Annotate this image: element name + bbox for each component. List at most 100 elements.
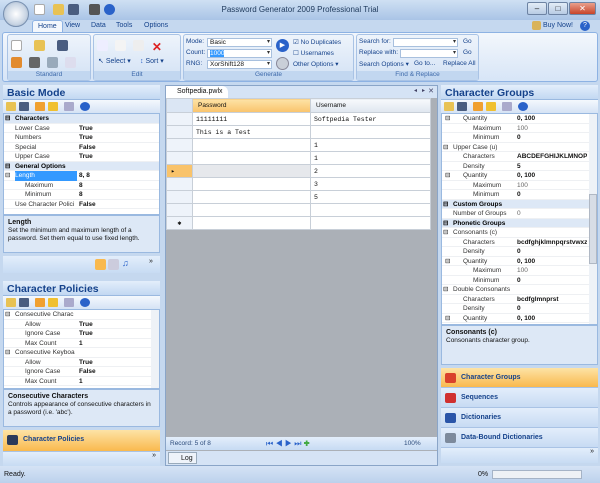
save-icon[interactable] (19, 102, 29, 111)
property-row[interactable]: Max Count 1 (4, 377, 159, 386)
password-cell[interactable] (192, 190, 311, 204)
close-tab-icon[interactable]: ✕ (428, 87, 434, 95)
cut-icon[interactable] (97, 40, 108, 51)
property-row[interactable]: ⊟ Consonants (c) (442, 228, 597, 238)
tab-options[interactable]: Options (139, 20, 173, 32)
scrollbar-thumb[interactable] (589, 194, 597, 264)
select-button[interactable]: ↖ Select ▾ (98, 57, 131, 65)
categorized-icon[interactable] (35, 298, 45, 307)
tab-tools[interactable]: Tools (111, 20, 137, 32)
collapse-icon[interactable]: ⊟ (445, 171, 450, 181)
tab-scroll-right-icon[interactable]: ▸ (422, 87, 425, 94)
property-row[interactable]: ⊟ Quantity 0, 100 (442, 114, 597, 124)
property-row[interactable]: ⊟ Double Consonants (442, 285, 597, 295)
property-value[interactable]: 5 (517, 162, 521, 172)
property-value[interactable]: True (79, 133, 93, 143)
password-cell[interactable] (192, 138, 311, 152)
password-cell[interactable]: 11111111 (192, 112, 311, 126)
collapse-icon[interactable]: ⊟ (445, 257, 450, 267)
collapse-icon[interactable]: ⊟ (443, 219, 448, 229)
property-row[interactable]: ⊟ Quantity 0, 100 (442, 171, 597, 181)
property-row[interactable]: Upper Case True (4, 152, 159, 162)
overflow-chevron-icon[interactable]: » (3, 452, 160, 466)
property-row[interactable]: Minimum 0 (442, 133, 597, 143)
property-row[interactable]: ⊟ General Options (4, 161, 159, 172)
property-value[interactable]: 0 (517, 304, 521, 314)
row-header[interactable] (166, 177, 193, 191)
property-row[interactable]: Allow True (4, 358, 159, 367)
password-cell[interactable] (192, 177, 311, 191)
property-row[interactable]: ⊟ Quantity 0, 100 (442, 257, 597, 267)
tab-scroll-left-icon[interactable]: ◂ (414, 87, 417, 94)
count-input[interactable]: 1000 (207, 49, 272, 58)
username-cell[interactable] (310, 216, 431, 230)
column-header-username[interactable]: Username (310, 98, 431, 113)
password-cell[interactable] (192, 151, 311, 165)
collapse-icon[interactable]: ⊟ (5, 114, 10, 124)
property-value[interactable]: True (79, 329, 93, 339)
property-row[interactable]: Characters bcdfghjklmnpqrstvwxz (442, 238, 597, 247)
property-value[interactable]: 8 (79, 181, 83, 191)
nav-item[interactable]: Sequences (441, 388, 598, 408)
property-row[interactable]: Allow True (4, 320, 159, 330)
table-row[interactable]: 3 (166, 177, 431, 191)
open-icon[interactable] (33, 40, 45, 51)
music-note-icon[interactable]: ♫ (122, 258, 129, 268)
username-cell[interactable] (310, 125, 431, 139)
search-input[interactable] (393, 38, 458, 47)
collapse-icon[interactable]: ⊟ (5, 171, 10, 181)
categorized-icon[interactable] (473, 102, 483, 111)
collapse-icon[interactable]: ⊟ (443, 143, 448, 153)
row-header[interactable]: ▸ (166, 164, 193, 178)
scrollbar[interactable] (589, 114, 597, 324)
property-value[interactable]: 100 (517, 181, 528, 191)
search-go-button[interactable]: Go (463, 38, 472, 45)
property-row[interactable]: ⊟ Length 8, 8 (4, 171, 159, 181)
save-icon[interactable] (56, 40, 68, 51)
collapse-icon[interactable]: ⊟ (5, 310, 10, 320)
minimize-button[interactable]: – (527, 2, 547, 15)
column-header-password[interactable]: Password (192, 98, 311, 113)
go-to-button[interactable]: Go to... (414, 60, 435, 67)
table-row[interactable]: ▸ 2 (166, 164, 431, 178)
nav-character-policies[interactable]: Character Policies (3, 430, 160, 452)
property-row[interactable]: Maximum 100 (442, 266, 597, 276)
collapse-icon[interactable]: ⊟ (443, 200, 448, 210)
table-row[interactable] (166, 203, 431, 217)
property-row[interactable]: ⊟ Phonetic Groups (442, 218, 597, 229)
alphabetical-icon[interactable] (48, 102, 58, 111)
collapse-icon[interactable]: ⊟ (5, 162, 10, 172)
delete-icon[interactable]: ✕ (152, 40, 162, 54)
property-row[interactable]: Minimum 8 (4, 190, 159, 200)
collapse-icon[interactable]: ⊟ (443, 228, 448, 238)
property-value[interactable]: 0 (517, 209, 521, 219)
scrollbar[interactable] (151, 310, 159, 388)
property-pages-icon[interactable] (64, 102, 74, 111)
row-header[interactable] (166, 151, 193, 165)
username-cell[interactable]: 1 (310, 151, 431, 165)
property-row[interactable]: Density 0 (442, 247, 597, 257)
save-icon[interactable] (19, 298, 29, 307)
info-icon[interactable] (80, 102, 90, 111)
username-cell[interactable]: 5 (310, 190, 431, 204)
username-cell[interactable]: Softpedia Tester (310, 112, 431, 126)
print-icon[interactable] (88, 4, 100, 15)
property-value[interactable]: 0, 100 (517, 314, 535, 324)
settings-small-icon[interactable] (108, 259, 119, 270)
property-row[interactable]: Special False (4, 143, 159, 152)
username-cell[interactable] (310, 203, 431, 217)
property-value[interactable]: True (79, 320, 93, 330)
property-row[interactable]: Density 5 (442, 162, 597, 172)
property-value[interactable]: 0, 100 (517, 257, 535, 267)
property-row[interactable]: Characters ABCDEFGHIJKLMNOP (442, 152, 597, 162)
help-icon[interactable]: ? (580, 21, 590, 31)
property-value[interactable]: 100 (517, 124, 528, 134)
row-header[interactable] (166, 125, 193, 139)
property-value[interactable]: 8 (79, 190, 83, 200)
page-setup-icon[interactable] (64, 57, 76, 68)
log-tab[interactable]: Log (168, 452, 197, 464)
property-value[interactable]: 0 (517, 276, 521, 286)
property-value[interactable]: ABCDEFGHIJKLMNOP (517, 152, 587, 162)
property-value[interactable]: 8, 8 (79, 171, 90, 181)
property-row[interactable]: Density 0 (442, 304, 597, 314)
